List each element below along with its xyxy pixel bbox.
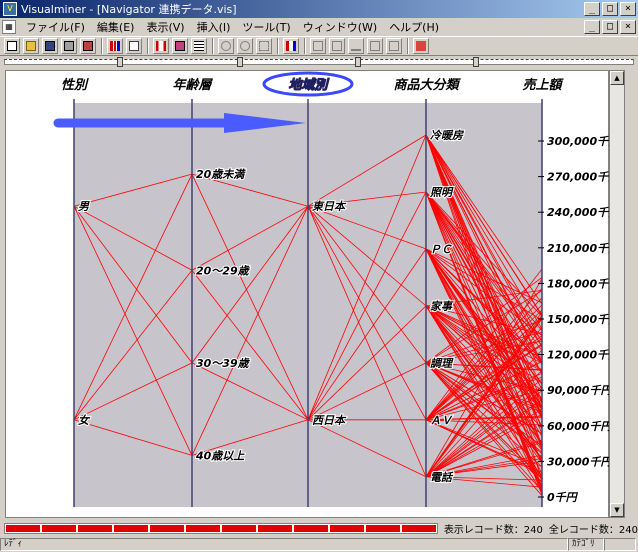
shape-icon[interactable]: [367, 38, 383, 54]
menu-view[interactable]: 表示(V): [140, 19, 190, 35]
category-label: 男: [78, 200, 90, 213]
doc-restore-button[interactable]: □: [602, 20, 618, 34]
ruler-handle[interactable]: [237, 57, 243, 67]
category-label: 20～29歳: [196, 264, 251, 277]
tick-label: 120,000千円: [547, 349, 610, 362]
doc-close-button[interactable]: ×: [620, 20, 636, 34]
menu-edit[interactable]: 編集(E): [91, 19, 141, 35]
tick-label: 180,000千円: [547, 277, 610, 290]
close-button[interactable]: ×: [620, 2, 636, 16]
axis-label: 年齢層: [172, 77, 213, 93]
scroll-up-icon[interactable]: ▲: [610, 71, 624, 85]
category-label: 東日本: [312, 200, 347, 213]
category-label: 40歳以上: [195, 449, 245, 462]
title-bar: V Visualminer - [Navigator 連携データ.vis] _ …: [0, 0, 638, 18]
menu-window[interactable]: ウィンドウ(W): [297, 19, 383, 35]
tick-label: 60,000千円: [547, 420, 610, 433]
tick-label: 150,000千円: [547, 313, 610, 326]
category-status: ｶﾃｺﾞﾘ: [568, 538, 604, 551]
reset-icon[interactable]: [413, 38, 429, 54]
axis-label: 性別: [61, 77, 89, 93]
axis-label: 地域別: [288, 77, 329, 93]
category-label: 照明: [429, 186, 454, 199]
app-icon: V: [3, 2, 17, 16]
category-label: 電話: [430, 471, 454, 484]
properties-icon[interactable]: [126, 38, 142, 54]
doc-minimize-button[interactable]: _: [584, 20, 600, 34]
scroll-down-icon[interactable]: ▼: [610, 503, 624, 517]
total-records: 全レコード数：240: [548, 525, 638, 536]
open-icon[interactable]: [23, 38, 39, 54]
fit-icon[interactable]: [256, 38, 272, 54]
zoom-in-icon[interactable]: [218, 38, 234, 54]
parallel-coordinates-chart: 性別 年齢層 地域別 商品大分類 売上額男女20歳未満20～29歳30～39歳40歳以上…: [53, 71, 610, 507]
ready-status: ﾚﾃﾞｨ: [0, 538, 568, 551]
menu-tools[interactable]: ツール(T): [236, 19, 296, 35]
chart-setting-icon[interactable]: [310, 38, 326, 54]
pen-icon[interactable]: [348, 38, 364, 54]
tick-label: 270,000千円: [547, 171, 610, 184]
document-icon[interactable]: ▦: [2, 20, 16, 34]
matrix-icon[interactable]: [172, 38, 188, 54]
zoom-out-icon[interactable]: [237, 38, 253, 54]
layout-icon[interactable]: [329, 38, 345, 54]
ruler-handle[interactable]: [355, 57, 361, 67]
toolbar: [0, 36, 638, 56]
category-label: ＰＣ: [430, 243, 452, 256]
vertical-scrollbar[interactable]: ▲ ▼: [609, 70, 625, 518]
axis-ruler: [0, 57, 638, 67]
ruler-handle[interactable]: [117, 57, 123, 67]
tick-label: 210,000千円: [547, 242, 610, 255]
minimize-button[interactable]: _: [584, 2, 600, 16]
displayed-records: 表示レコード数：240: [443, 525, 543, 536]
tick-label: 90,000千円: [547, 384, 610, 397]
image-icon[interactable]: [386, 38, 402, 54]
tick-label: 0千円: [547, 491, 579, 504]
category-label: 30～39歳: [196, 357, 251, 370]
record-status-bar: 表示レコード数：240 全レコード数：240: [0, 521, 638, 536]
tick-label: 30,000千円: [547, 455, 610, 468]
chart-area: 性別 年齢層 地域別 商品大分類 売上額男女 20歳未満 20～29歳 30～39歳 40歳以上…: [5, 70, 610, 518]
save-icon[interactable]: [42, 38, 58, 54]
category-label: 冷暖房: [430, 129, 465, 142]
table-icon[interactable]: [191, 38, 207, 54]
status-bar: ﾚﾃﾞｨ ｶﾃｺﾞﾘ: [0, 537, 638, 552]
category-label: 家事: [430, 300, 454, 313]
progress-bar: [4, 523, 438, 534]
category-label: 調理: [430, 357, 454, 370]
bar-chart-icon[interactable]: [107, 38, 123, 54]
export-icon[interactable]: [80, 38, 96, 54]
category-label: 20歳未満: [196, 168, 246, 181]
category-label: ＡＶ: [430, 414, 453, 427]
menu-file[interactable]: ファイル(F): [20, 19, 91, 35]
print-icon[interactable]: [61, 38, 77, 54]
window-title: Visualminer - [Navigator 連携データ.vis]: [21, 3, 237, 16]
axis-label: 商品大分類: [393, 77, 461, 93]
ruler-track[interactable]: [4, 57, 634, 67]
tick-label: 300,000千円: [547, 135, 610, 148]
filter-icon[interactable]: [283, 38, 299, 54]
axis-label: 売上額: [522, 77, 564, 93]
tick-label: 240,000千円: [547, 206, 610, 219]
parallel-coords-icon[interactable]: [153, 38, 169, 54]
ruler-handle[interactable]: [473, 57, 479, 67]
menu-help[interactable]: ヘルプ(H): [383, 19, 445, 35]
maximize-button[interactable]: □: [602, 2, 618, 16]
category-label: 西日本: [312, 414, 347, 427]
menu-bar: ▦ ファイル(F) 編集(E) 表示(V) 挿入(I) ツール(T) ウィンドウ…: [0, 18, 638, 36]
menu-insert[interactable]: 挿入(I): [191, 19, 237, 35]
new-icon[interactable]: [4, 38, 20, 54]
